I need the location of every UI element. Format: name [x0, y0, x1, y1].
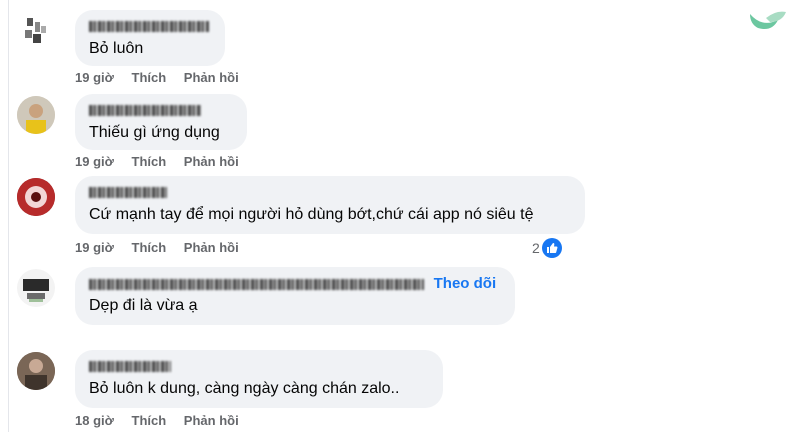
comment-actions: 19 giờ Thích Phản hồi [75, 70, 253, 85]
thread-line [8, 0, 9, 432]
blurred-author [89, 21, 209, 33]
author-name[interactable]: Theo dõi [89, 275, 501, 292]
comment-bubble: Theo dõi Dẹp đi là vừa ạ [75, 267, 515, 325]
avatar[interactable] [17, 352, 55, 390]
like-reaction-icon [541, 238, 562, 258]
avatar[interactable] [17, 96, 55, 134]
reply-button[interactable]: Phản hồi [184, 240, 239, 255]
comment-bubble: Cứ mạnh tay để mọi người hỏ dùng bớt,chứ… [75, 176, 585, 234]
comment-time[interactable]: 19 giờ [75, 240, 114, 255]
comment-time[interactable]: 18 giờ [75, 413, 114, 428]
reaction-count[interactable]: 2 [532, 238, 562, 258]
avatar[interactable] [17, 178, 55, 216]
comment-text: Bỏ luôn k dung, càng ngày càng chán zalo… [89, 380, 400, 397]
blurred-author [89, 105, 201, 117]
comment-actions: 18 giờ Thích Phản hồi [75, 413, 253, 428]
author-name[interactable] [89, 18, 211, 34]
comment-text: Dẹp đi là vừa ạ [89, 297, 198, 314]
reply-button[interactable]: Phản hồi [184, 413, 239, 428]
like-button[interactable]: Thích [132, 70, 167, 85]
reaction-number: 2 [532, 240, 540, 256]
leaf-logo-icon [750, 11, 786, 29]
comment-text: Cứ mạnh tay để mọi người hỏ dùng bớt,chứ… [89, 206, 534, 223]
avatar[interactable] [17, 12, 55, 50]
comment-text: Bỏ luôn [89, 40, 144, 57]
blurred-author [89, 361, 171, 373]
reply-button[interactable]: Phản hồi [184, 154, 239, 169]
blurred-author [89, 187, 167, 199]
comment-time[interactable]: 19 giờ [75, 70, 114, 85]
site-logo [748, 6, 788, 37]
comment-text: Thiếu gì ứng dụng [89, 124, 220, 141]
avatar[interactable] [17, 269, 55, 307]
follow-button[interactable]: Theo dõi [434, 275, 497, 292]
author-name[interactable] [89, 184, 571, 200]
like-button[interactable]: Thích [132, 240, 167, 255]
comment-bubble: Bỏ luôn k dung, càng ngày càng chán zalo… [75, 350, 443, 408]
comment-actions: 19 giờ Thích Phản hồi [75, 240, 253, 255]
comment-actions: 19 giờ Thích Phản hồi [75, 154, 253, 169]
comment-bubble: Thiếu gì ứng dụng [75, 94, 247, 150]
comment-bubble: Bỏ luôn [75, 10, 225, 66]
like-button[interactable]: Thích [132, 154, 167, 169]
like-button[interactable]: Thích [132, 413, 167, 428]
author-name[interactable] [89, 102, 233, 118]
author-name[interactable] [89, 358, 429, 374]
blurred-author [89, 279, 424, 291]
reply-button[interactable]: Phản hồi [184, 70, 239, 85]
comment-time[interactable]: 19 giờ [75, 154, 114, 169]
